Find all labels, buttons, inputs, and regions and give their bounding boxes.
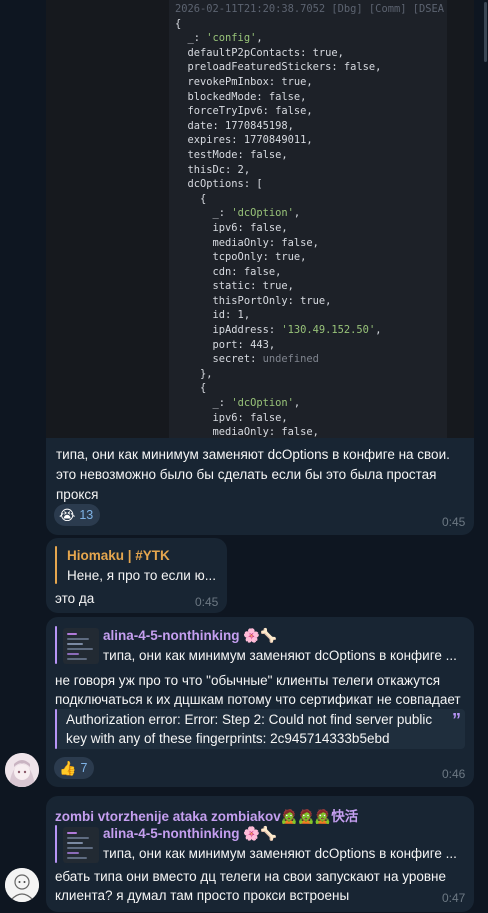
code-line: secret: undefined (175, 353, 319, 366)
anime-avatar-icon (5, 753, 39, 787)
code-line: tcpoOnly: true, (175, 251, 307, 264)
code-line: cdn: false, (175, 265, 282, 278)
sender-name[interactable]: zombi vtorzhenije ataka zombiakov🧟🧟🧟快活 (55, 805, 358, 825)
code-header-line: 2026-02-11T21:20:38.7052 [Dbg] [Comm] [D… (175, 3, 444, 15)
message-bubble-3[interactable]: alina-4-5-nonthinking 🌸🦴 типа, они как м… (46, 617, 474, 787)
code-line: date: 1770845198, (175, 119, 294, 132)
code-line: defaultP2pContacts: true, (175, 46, 344, 59)
quote-bar (55, 709, 57, 749)
message-time: 0:45 (195, 595, 219, 609)
sketch-avatar-icon (5, 868, 39, 902)
reply-bar (55, 546, 57, 584)
code-line: _: 'dcOption', (175, 207, 301, 220)
avatar-alina[interactable] (5, 753, 39, 787)
reaction-count: 13 (79, 508, 94, 522)
code-line: testMode: false, (175, 148, 288, 161)
message-time: 0:47 (442, 891, 466, 905)
reply-author[interactable]: alina-4-5-nonthinking 🌸🦴 (103, 628, 277, 644)
reply-author[interactable]: Hiomaku | #YTK (67, 548, 170, 563)
code-line: revokePmInbox: true, (175, 75, 313, 88)
code-line: mediaOnly: false, (175, 426, 319, 438)
message-line: прокся (56, 487, 99, 502)
code-line: forceTryIpv6: false, (175, 105, 313, 118)
reaction-thumbs-up[interactable]: 👍 7 (54, 757, 95, 779)
message-text: типа, они как минимум заменяют dcOptions… (56, 445, 466, 504)
scrollbar-thumb[interactable] (484, 2, 487, 62)
quote-block: Authorization error: Error: Step 2: Coul… (55, 709, 465, 749)
quote-icon: ” (452, 710, 461, 730)
reply-thumbnail (63, 827, 99, 863)
message-text: это да (55, 591, 95, 606)
reply-bar (55, 626, 57, 664)
code-line: _: 'config', (175, 32, 263, 45)
code-line: id: 1, (175, 309, 251, 322)
crying-face-icon: 😭 (59, 506, 76, 523)
code-line: mediaOnly: false, (175, 236, 319, 249)
scrollbar[interactable] (484, 0, 487, 913)
reply-author[interactable]: alina-4-5-nonthinking 🌸🦴 (103, 826, 277, 842)
reply-preview[interactable]: типа, они как минимум заменяют dcOptions… (103, 648, 457, 663)
code-line: { (175, 192, 207, 205)
message-bubble-4[interactable]: zombi vtorzhenije ataka zombiakov🧟🧟🧟快活 a… (46, 796, 474, 912)
code-line: thisPortOnly: true, (175, 294, 332, 307)
reply-bar (55, 825, 57, 863)
message-line: подключаться к их дцшкам потому что серт… (55, 692, 461, 707)
reply-preview[interactable]: типа, они как минимум заменяют dcOptions… (103, 846, 457, 861)
code-screenshot: 2026-02-11T21:20:38.7052 [Dbg] [Comm] [D… (169, 0, 447, 438)
quote-line: key with any of these fingerprints: 2c94… (66, 731, 390, 746)
message-line: это невозможно было бы сделать если бы э… (56, 467, 437, 482)
message-line: типа, они как минимум заменяют dcOptions… (56, 447, 450, 462)
message-text: ебать типа они вместо дц телеги на свои … (55, 867, 470, 905)
code-line: { (175, 382, 207, 395)
code-line: _: 'dcOption', (175, 397, 301, 410)
code-line: ipAddress: '130.49.152.50', (175, 324, 382, 337)
message-line: ебать типа они вместо дц телеги на свои … (55, 869, 446, 884)
code-line: preloadFeaturedStickers: false, (175, 61, 382, 74)
quote-text: Authorization error: Error: Step 2: Coul… (66, 710, 446, 748)
code-line: expires: 1770849011, (175, 134, 313, 147)
code-line: dcOptions: [ (175, 178, 263, 191)
attached-image[interactable]: 2026-02-11T21:20:38.7052 [Dbg] [Comm] [D… (46, 0, 474, 438)
message-bubble-2[interactable]: Hiomaku | #YTK Нене, я про то если ю... … (46, 538, 227, 613)
message-line: клиента? я думал там просто прокси встро… (55, 888, 350, 903)
reaction-count: 7 (80, 761, 88, 775)
message-time: 0:46 (442, 767, 466, 781)
code-body: { _: 'config', defaultP2pContacts: true,… (175, 18, 381, 438)
thumbs-up-icon: 👍 (59, 759, 77, 776)
quote-line: Authorization error: Error: Step 2: Coul… (66, 712, 433, 727)
code-line: ipv6: false, (175, 221, 288, 234)
message-time: 0:45 (442, 515, 466, 529)
message-line: не говоря уж про то что "обычные" клиент… (55, 673, 441, 688)
reply-thumbnail (63, 628, 99, 664)
code-line: { (175, 17, 182, 30)
code-line: blockedMode: false, (175, 90, 307, 103)
avatar-zombi[interactable] (5, 868, 39, 902)
code-line: }, (175, 367, 213, 380)
code-line: ipv6: false, (175, 411, 288, 424)
reaction-crying[interactable]: 😭 13 (54, 504, 101, 526)
code-line: thisDc: 2, (175, 163, 251, 176)
reply-preview[interactable]: Нене, я про то если ю... (67, 568, 216, 583)
code-line: static: true, (175, 280, 294, 293)
code-line: port: 443, (175, 338, 276, 351)
message-text: не говоря уж про то что "обычные" клиент… (55, 671, 470, 709)
